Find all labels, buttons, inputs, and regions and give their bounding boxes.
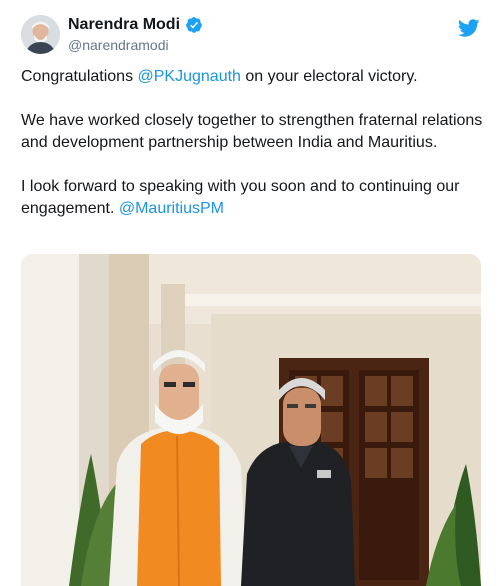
photo-image bbox=[21, 254, 481, 586]
author-name-row: Narendra Modi bbox=[68, 16, 203, 34]
mention-link-mauritiuspm[interactable]: @MauritiusPM bbox=[119, 200, 224, 217]
tweet-paragraph-3: I look forward to speaking with you soon… bbox=[21, 176, 483, 220]
tweet-text-segment: Congratulations bbox=[21, 68, 138, 85]
author-name[interactable]: Narendra Modi bbox=[68, 16, 180, 34]
avatar-image bbox=[21, 15, 60, 54]
tweet-photo[interactable] bbox=[21, 254, 481, 586]
mention-link-pkjugnauth[interactable]: @PKJugnauth bbox=[138, 68, 241, 85]
tweet-text-segment: on your electoral victory. bbox=[240, 68, 418, 85]
avatar[interactable] bbox=[21, 15, 60, 54]
tweet-text: Congratulations @PKJugnauth on your elec… bbox=[21, 66, 483, 242]
tweet-paragraph-1: Congratulations @PKJugnauth on your elec… bbox=[21, 66, 483, 88]
tweet-card: Narendra Modi @narendramodi Congratulati… bbox=[0, 0, 502, 586]
verified-badge-icon bbox=[185, 16, 203, 34]
author-handle[interactable]: @narendramodi bbox=[68, 37, 169, 53]
tweet-text-segment: I look forward to speaking with you soon… bbox=[21, 178, 460, 217]
tweet-paragraph-2: We have worked closely together to stren… bbox=[21, 112, 483, 151]
twitter-bird-icon[interactable] bbox=[457, 17, 480, 39]
